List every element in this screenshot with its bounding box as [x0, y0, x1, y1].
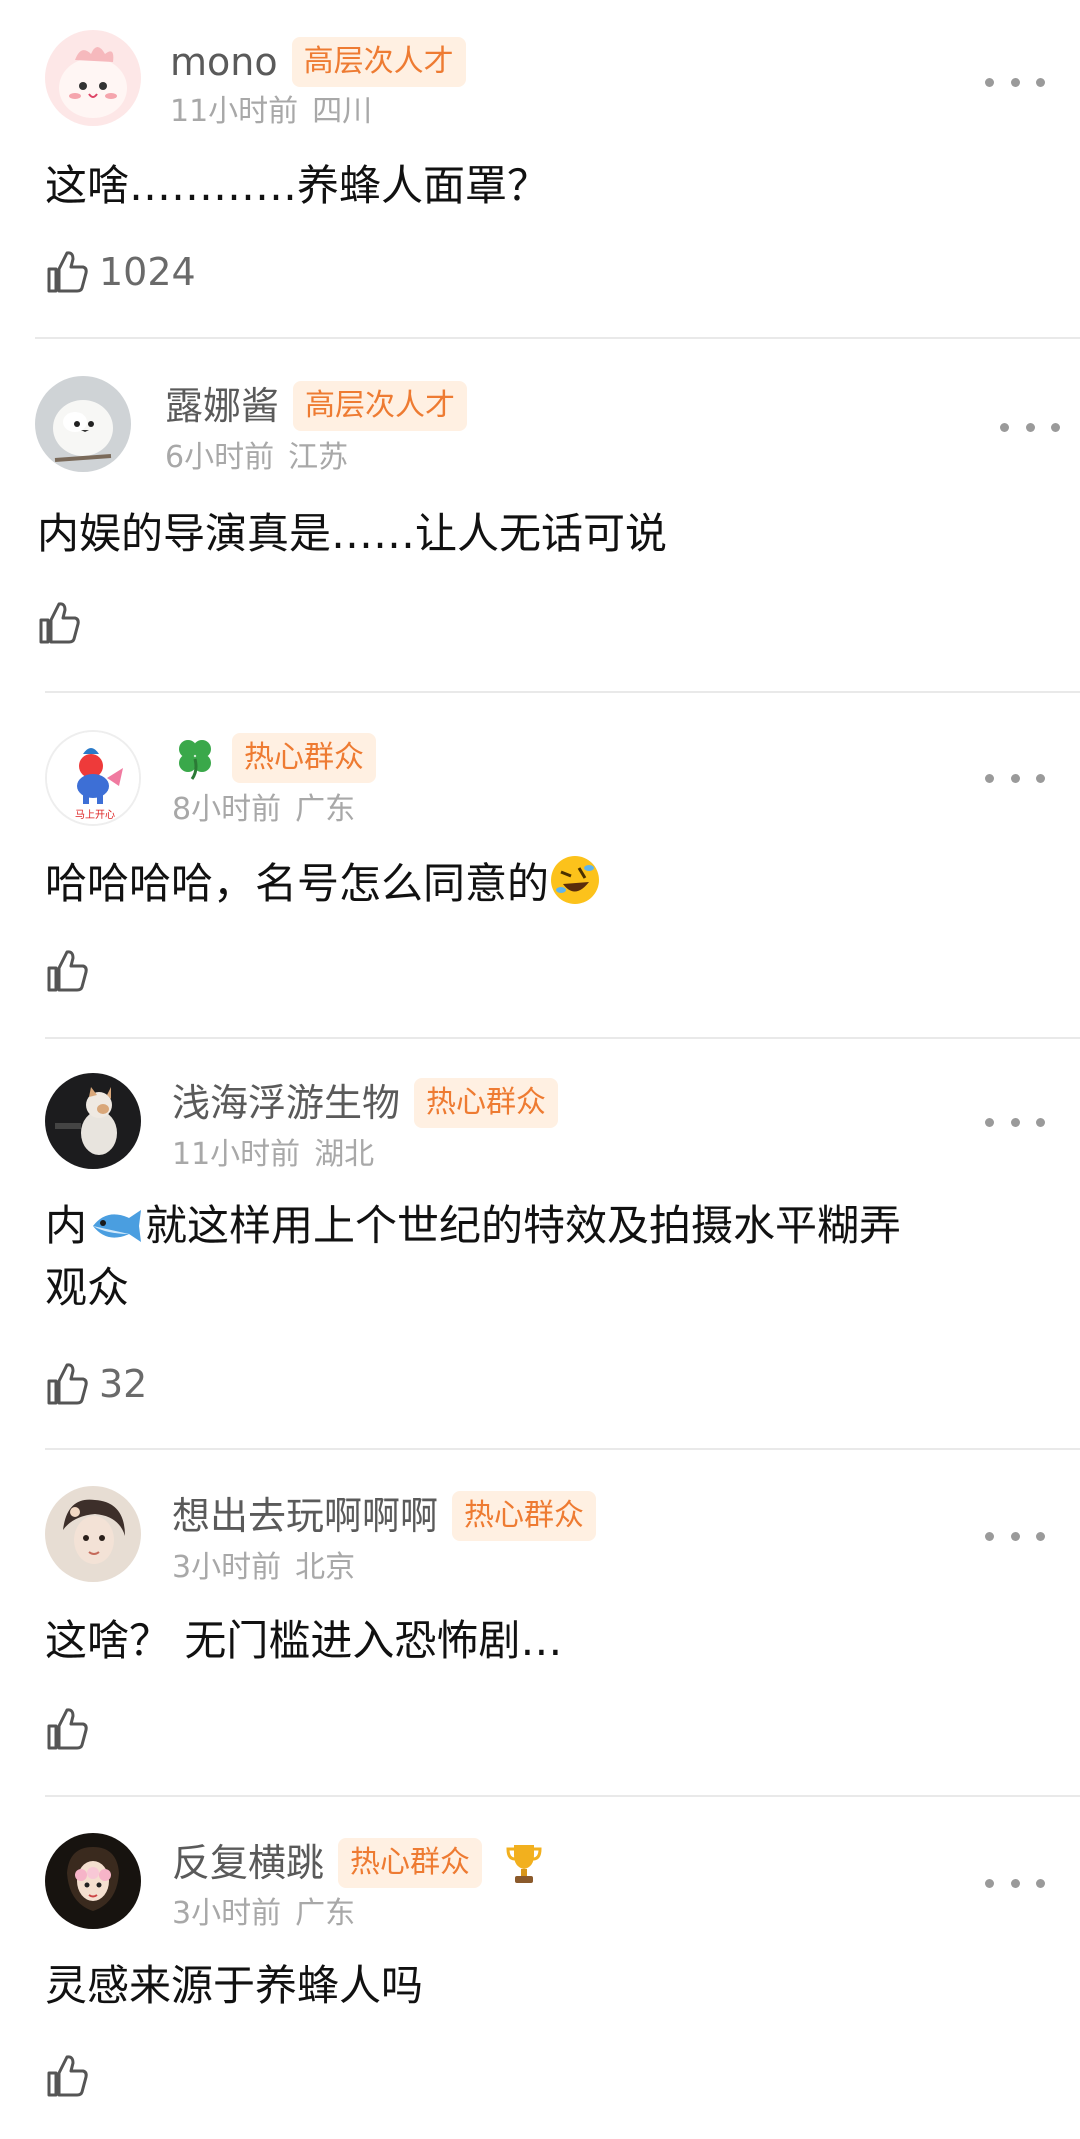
username[interactable]: mono	[170, 34, 278, 90]
comment-meta: 11小时前 湖北	[172, 1135, 374, 1175]
name-row: 反复横跳 热心群众	[172, 1835, 542, 1891]
comment-meta: 11小时前 四川	[170, 92, 372, 132]
avatar[interactable]: 马上开心	[45, 730, 141, 826]
user-badge: 热心群众	[414, 1078, 559, 1128]
comment-list: mono 高层次人才 11小时前 四川 这啥…………养蜂人面罩？ 1024 露娜…	[0, 0, 1080, 2139]
like-button[interactable]	[37, 597, 91, 649]
comment-text-row: 哈哈哈哈，名号怎么同意的	[45, 853, 1045, 915]
comment-location: 江苏	[288, 440, 349, 475]
avatar[interactable]	[45, 30, 141, 126]
four-leaf-clover-icon	[179, 740, 211, 780]
more-dots-icon[interactable]	[1000, 407, 1060, 447]
username[interactable]: 想出去玩啊啊啊	[172, 1488, 438, 1544]
thumbs-up-icon	[47, 1363, 88, 1405]
comment-time: 8小时前	[172, 792, 282, 827]
user-badge: 热心群众	[338, 1838, 483, 1888]
rolling-laughing-emoji	[551, 856, 600, 904]
name-row: 浅海浮游生物 热心群众	[172, 1075, 559, 1131]
name-row: 想出去玩啊啊啊 热心群众	[172, 1488, 597, 1544]
comment-meta: 8小时前 广东	[172, 790, 355, 830]
avatar-caption: 马上开心	[75, 809, 115, 821]
comment-text: 灵感来源于养蜂人吗	[45, 1961, 424, 2010]
like-button[interactable]	[45, 2050, 99, 2102]
comment-text: 内	[45, 1201, 88, 1250]
comment-location: 四川	[312, 94, 373, 129]
comment-meta: 6小时前 江苏	[165, 438, 348, 478]
divider	[45, 691, 1080, 693]
avatar[interactable]	[35, 376, 131, 472]
more-dots-icon[interactable]	[985, 62, 1045, 102]
thumbs-up-icon	[47, 2055, 88, 2097]
thumbs-up-icon	[39, 602, 80, 644]
comment-location: 广东	[295, 792, 356, 827]
divider	[45, 1448, 1080, 1450]
comment-time: 11小时前	[170, 94, 299, 129]
avatar[interactable]	[45, 1073, 141, 1169]
comment-time: 3小时前	[172, 1896, 282, 1931]
comment-text-row: 内 就这样用上个世纪的特效及拍摄水平糊弄 观众	[45, 1195, 1045, 1319]
divider	[35, 337, 1080, 339]
comment-time: 6小时前	[165, 440, 275, 475]
comment-location: 湖北	[314, 1137, 375, 1172]
comment-text: 这啥？ 无门槛进入恐怖剧…	[45, 1616, 563, 1665]
comment-text: 这啥…………养蜂人面罩？	[45, 161, 550, 210]
comment-text: 哈哈哈哈，名号怎么同意的	[45, 859, 550, 908]
username[interactable]: 露娜酱	[165, 378, 279, 434]
avatar[interactable]	[45, 1486, 141, 1582]
comment-meta: 3小时前 广东	[172, 1894, 355, 1934]
more-dots-icon[interactable]	[985, 1516, 1045, 1556]
name-row: mono 高层次人才	[170, 34, 466, 90]
fish-emoji	[93, 1210, 142, 1242]
more-dots-icon[interactable]	[985, 758, 1045, 798]
comment-time: 11小时前	[172, 1137, 301, 1172]
like-count: 1024	[99, 250, 196, 294]
thumbs-up-icon	[47, 1708, 88, 1750]
user-badge: 热心群众	[232, 733, 376, 783]
thumbs-up-icon	[47, 950, 88, 992]
comment-text: 就这样用上个世纪的特效及拍摄水平糊弄	[145, 1201, 902, 1250]
more-dots-icon[interactable]	[985, 1102, 1045, 1142]
name-row: 热心群众	[172, 730, 376, 786]
more-dots-icon[interactable]	[985, 1863, 1045, 1903]
username[interactable]: 反复横跳	[172, 1835, 324, 1891]
name-row: 露娜酱 高层次人才	[165, 378, 468, 434]
comment-time: 3小时前	[172, 1550, 282, 1585]
thumbs-up-icon	[47, 251, 88, 293]
username[interactable]: 浅海浮游生物	[172, 1075, 400, 1131]
user-badge: 热心群众	[452, 1491, 597, 1541]
comment-location: 广东	[295, 1896, 356, 1931]
like-button[interactable]	[45, 1703, 99, 1755]
user-badge: 高层次人才	[293, 381, 468, 431]
avatar[interactable]	[45, 1833, 141, 1929]
like-button[interactable]: 32	[45, 1358, 147, 1410]
like-count: 32	[99, 1362, 148, 1406]
comment-location: 北京	[295, 1550, 356, 1585]
like-button[interactable]	[45, 945, 99, 997]
comment-meta: 3小时前 北京	[172, 1548, 355, 1588]
divider	[45, 1795, 1080, 1797]
trophy-icon	[506, 1845, 542, 1883]
divider	[45, 1037, 1080, 1039]
comment-text: 内娱的导演真是……让人无话可说	[37, 509, 668, 558]
user-badge: 高层次人才	[291, 37, 466, 87]
like-button[interactable]: 1024	[45, 246, 196, 298]
comment-text: 观众	[45, 1263, 130, 1312]
